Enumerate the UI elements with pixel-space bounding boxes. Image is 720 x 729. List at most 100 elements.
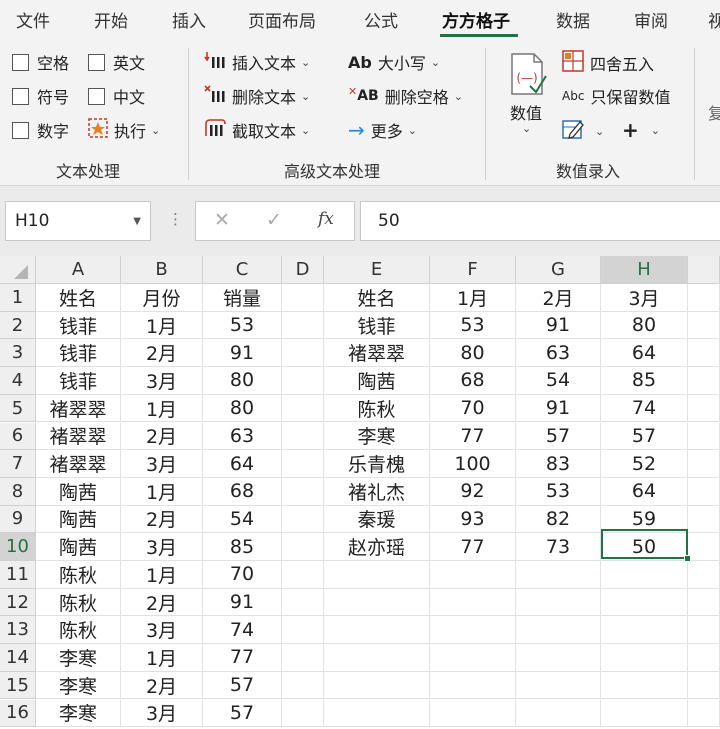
cell-b11[interactable]: 1月 bbox=[121, 561, 203, 589]
cell-g2[interactable]: 91 bbox=[516, 311, 601, 340]
cell-a5[interactable]: 褚翠翠 bbox=[36, 394, 121, 423]
cell-a14[interactable]: 李寒 bbox=[36, 644, 121, 672]
cell-partial[interactable] bbox=[688, 588, 720, 617]
column-header-partial[interactable] bbox=[688, 256, 720, 284]
column-header-e[interactable]: E bbox=[324, 256, 430, 284]
cell-g3[interactable]: 63 bbox=[516, 339, 601, 368]
cell-c13[interactable]: 74 bbox=[203, 616, 282, 645]
cell-b9[interactable]: 2月 bbox=[121, 505, 203, 534]
cell-h2[interactable]: 80 bbox=[601, 311, 688, 340]
cell-c3[interactable]: 91 bbox=[203, 339, 282, 368]
cell-d5[interactable] bbox=[282, 394, 324, 423]
cell-h4[interactable]: 85 bbox=[601, 367, 688, 395]
cell-d7[interactable] bbox=[282, 450, 324, 478]
row-header-2[interactable]: 2 bbox=[0, 311, 36, 340]
cell-partial[interactable] bbox=[688, 339, 720, 368]
enter-icon[interactable]: ✓ bbox=[266, 209, 282, 231]
cell-b5[interactable]: 1月 bbox=[121, 394, 203, 423]
cell-a3[interactable]: 钱菲 bbox=[36, 339, 121, 368]
cell-partial[interactable] bbox=[688, 284, 720, 312]
cell-e12[interactable] bbox=[324, 588, 430, 617]
cell-b3[interactable]: 2月 bbox=[121, 339, 203, 368]
column-header-d[interactable]: D bbox=[282, 256, 324, 284]
cell-d2[interactable] bbox=[282, 311, 324, 340]
cell-partial[interactable] bbox=[688, 394, 720, 423]
cell-partial[interactable] bbox=[688, 367, 720, 395]
cell-c8[interactable]: 68 bbox=[203, 477, 282, 506]
cell-b7[interactable]: 3月 bbox=[121, 450, 203, 478]
cell-a8[interactable]: 陶茜 bbox=[36, 477, 121, 506]
cell-b6[interactable]: 2月 bbox=[121, 422, 203, 451]
cell-e9[interactable]: 秦瑗 bbox=[324, 505, 430, 534]
cell-c4[interactable]: 80 bbox=[203, 367, 282, 395]
tab-page-layout[interactable]: 页面布局 bbox=[248, 7, 316, 32]
cell-partial[interactable] bbox=[688, 561, 720, 589]
cell-d9[interactable] bbox=[282, 505, 324, 534]
cell-partial[interactable] bbox=[688, 422, 720, 451]
cell-d16[interactable] bbox=[282, 699, 324, 728]
row-header-13[interactable]: 13 bbox=[0, 616, 36, 645]
cell-h10[interactable]: 50 bbox=[601, 533, 688, 561]
cell-b1[interactable]: 月份 bbox=[121, 284, 203, 312]
checkbox-box[interactable] bbox=[12, 87, 29, 105]
checkbox-chinese[interactable]: 中文 bbox=[88, 84, 145, 108]
execute-button[interactable]: 执行 ⌄ bbox=[88, 118, 160, 142]
select-all-corner[interactable] bbox=[0, 256, 36, 284]
cell-partial[interactable] bbox=[688, 505, 720, 534]
row-header-3[interactable]: 3 bbox=[0, 339, 36, 368]
cell-a10[interactable]: 陶茜 bbox=[36, 533, 121, 561]
row-header-12[interactable]: 12 bbox=[0, 588, 36, 617]
cell-h15[interactable] bbox=[601, 671, 688, 700]
cell-f4[interactable]: 68 bbox=[430, 367, 516, 395]
numeric-button[interactable]: (—) 数值 ⌄ bbox=[500, 48, 554, 148]
cell-h6[interactable]: 57 bbox=[601, 422, 688, 451]
add-button[interactable]: + ⌄ bbox=[622, 118, 660, 142]
cell-g14[interactable] bbox=[516, 644, 601, 672]
cell-h9[interactable]: 59 bbox=[601, 505, 688, 534]
cell-c1[interactable]: 销量 bbox=[203, 284, 282, 312]
cell-g10[interactable]: 73 bbox=[516, 533, 601, 561]
cell-a9[interactable]: 陶茜 bbox=[36, 505, 121, 534]
cell-c14[interactable]: 77 bbox=[203, 644, 282, 672]
cell-f1[interactable]: 1月 bbox=[430, 284, 516, 312]
cell-d6[interactable] bbox=[282, 422, 324, 451]
cell-f10[interactable]: 77 bbox=[430, 533, 516, 561]
cell-c12[interactable]: 91 bbox=[203, 588, 282, 617]
cell-c15[interactable]: 57 bbox=[203, 671, 282, 700]
cell-c2[interactable]: 53 bbox=[203, 311, 282, 340]
column-header-g[interactable]: G bbox=[516, 256, 601, 284]
cell-f6[interactable]: 77 bbox=[430, 422, 516, 451]
cell-e14[interactable] bbox=[324, 644, 430, 672]
cell-e16[interactable] bbox=[324, 699, 430, 728]
delete-spaces-button[interactable]: ✕AB 删除空格 ⌄ bbox=[348, 84, 463, 108]
cell-f12[interactable] bbox=[430, 588, 516, 617]
cell-f9[interactable]: 93 bbox=[430, 505, 516, 534]
checkbox-symbol[interactable]: 符号 bbox=[12, 84, 69, 108]
cell-b2[interactable]: 1月 bbox=[121, 311, 203, 340]
cell-f8[interactable]: 92 bbox=[430, 477, 516, 506]
column-header-a[interactable]: A bbox=[36, 256, 121, 284]
cell-g16[interactable] bbox=[516, 699, 601, 728]
cell-b10[interactable]: 3月 bbox=[121, 533, 203, 561]
cell-h13[interactable] bbox=[601, 616, 688, 645]
tab-review[interactable]: 审阅 bbox=[634, 7, 668, 32]
cell-a12[interactable]: 陈秋 bbox=[36, 588, 121, 617]
row-header-5[interactable]: 5 bbox=[0, 394, 36, 423]
insert-text-button[interactable]: 插入文本 ⌄ bbox=[204, 50, 310, 74]
cell-a15[interactable]: 李寒 bbox=[36, 671, 121, 700]
cell-partial[interactable] bbox=[688, 311, 720, 340]
cell-c10[interactable]: 85 bbox=[203, 533, 282, 561]
cell-g4[interactable]: 54 bbox=[516, 367, 601, 395]
cell-d11[interactable] bbox=[282, 561, 324, 589]
cell-a13[interactable]: 陈秋 bbox=[36, 616, 121, 645]
cell-f11[interactable] bbox=[430, 561, 516, 589]
cell-a6[interactable]: 褚翠翠 bbox=[36, 422, 121, 451]
tab-view[interactable]: 视 bbox=[708, 7, 720, 32]
cell-c9[interactable]: 54 bbox=[203, 505, 282, 534]
cell-g6[interactable]: 57 bbox=[516, 422, 601, 451]
keep-values-button[interactable]: Abc 只保留数值 bbox=[562, 84, 670, 108]
cell-c7[interactable]: 64 bbox=[203, 450, 282, 478]
edit-cell-button[interactable]: ⌄ bbox=[562, 118, 604, 144]
row-header-6[interactable]: 6 bbox=[0, 422, 36, 451]
row-header-14[interactable]: 14 bbox=[0, 644, 36, 672]
